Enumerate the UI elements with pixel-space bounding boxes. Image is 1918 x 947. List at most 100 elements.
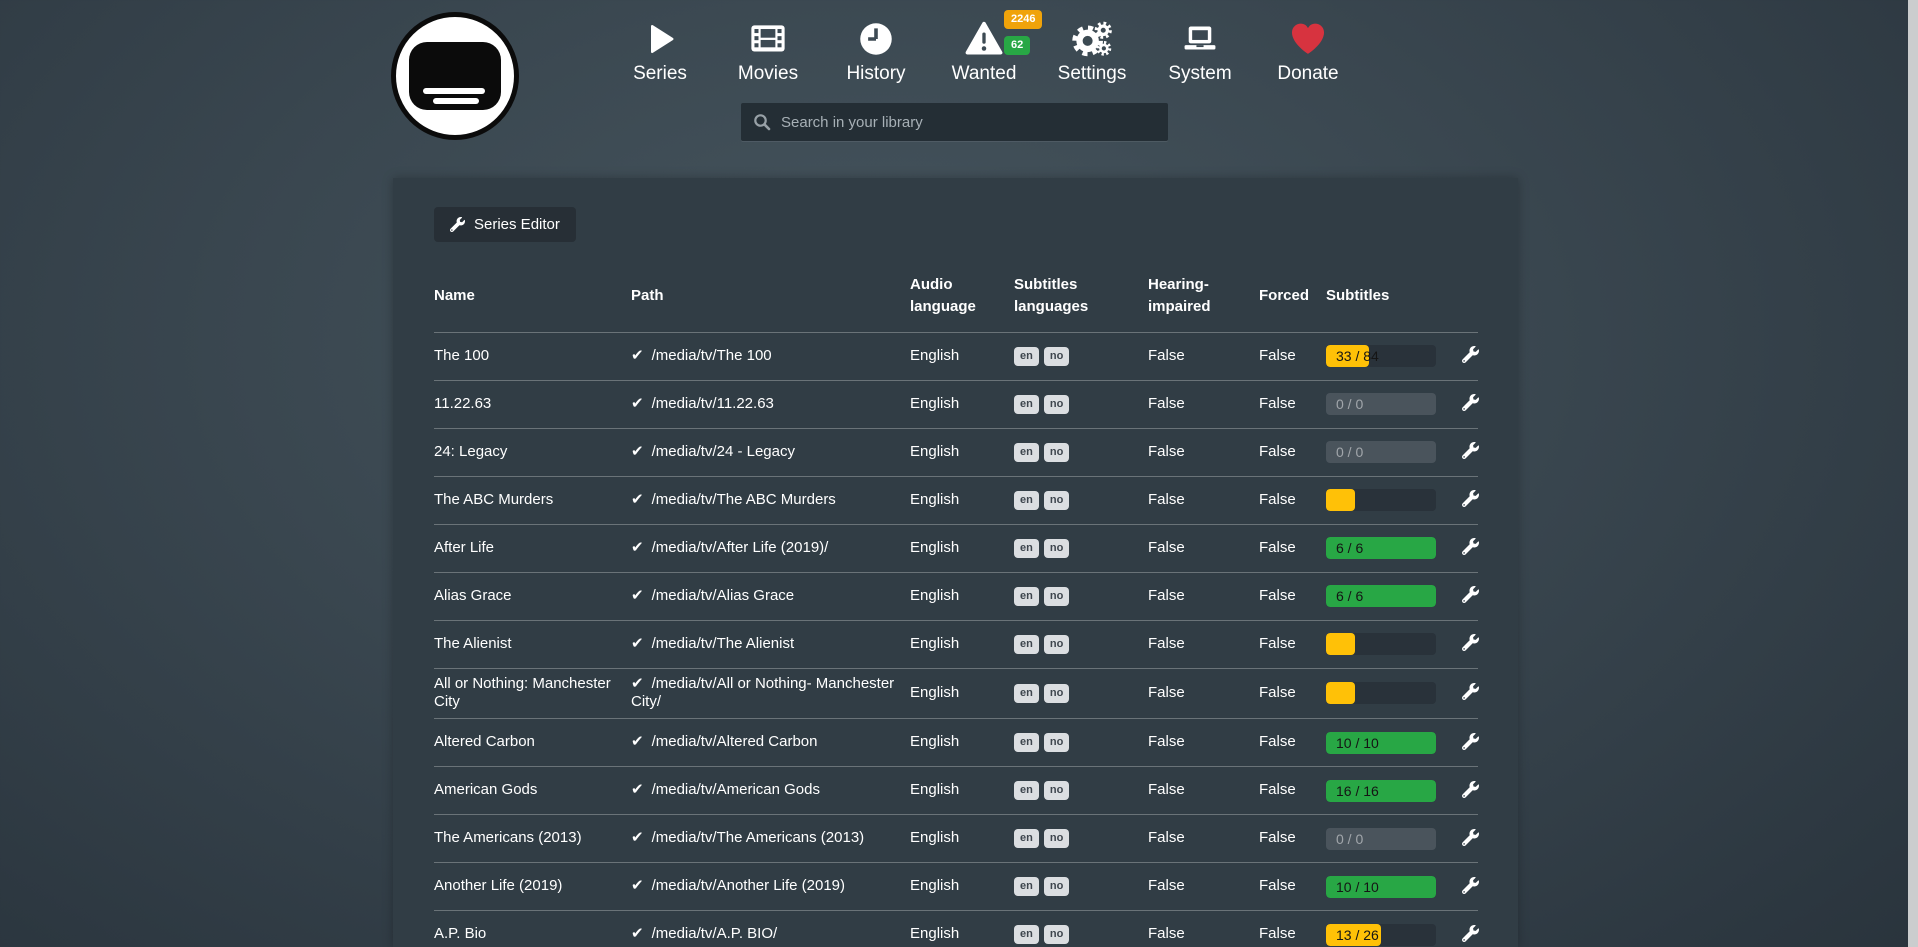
edit-series-button[interactable] <box>1460 392 1481 416</box>
check-icon: ✔ <box>631 491 644 508</box>
forced-value: False <box>1259 389 1326 420</box>
series-path-cell: ✔/media/tv/11.22.63 <box>631 389 910 420</box>
wrench-icon <box>1462 586 1479 603</box>
subtitles-progress-cell: 16 / 16 <box>1326 774 1460 808</box>
edit-series-button[interactable] <box>1460 344 1481 368</box>
edit-series-button[interactable] <box>1460 827 1481 851</box>
hearing-impaired-value: False <box>1148 678 1259 709</box>
series-name-link[interactable]: Altered Carbon <box>434 733 535 750</box>
audio-language-value: English <box>910 581 1014 612</box>
row-actions <box>1460 482 1481 518</box>
edit-series-button[interactable] <box>1460 440 1481 464</box>
header-forced: Forced <box>1259 285 1326 307</box>
series-path-cell: ✔/media/tv/American Gods <box>631 775 910 806</box>
subtitles-languages-cell: enno <box>1014 437 1148 468</box>
subtitles-progress-cell: 6 / 6 <box>1326 531 1460 565</box>
hearing-impaired-value: False <box>1148 485 1259 516</box>
series-name-cell: Alias Grace <box>434 581 631 612</box>
hearing-impaired-value: False <box>1148 919 1259 947</box>
series-name-link[interactable]: 11.22.63 <box>434 395 491 412</box>
language-badge: en <box>1014 443 1039 462</box>
series-name-link[interactable]: A.P. Bio <box>434 925 486 942</box>
nav-item-series[interactable]: Series <box>606 16 714 85</box>
row-actions <box>1460 338 1481 374</box>
nav-item-settings[interactable]: Settings <box>1038 16 1146 85</box>
check-icon: ✔ <box>631 347 644 364</box>
nav-item-system[interactable]: System <box>1146 16 1254 85</box>
series-name-link[interactable]: After Life <box>434 539 494 556</box>
row-actions <box>1460 578 1481 614</box>
film-icon <box>748 16 788 62</box>
hearing-impaired-value: False <box>1148 581 1259 612</box>
edit-series-button[interactable] <box>1460 779 1481 803</box>
wrench-icon <box>1462 394 1479 411</box>
subtitles-progress-label: 0 / 0 <box>1336 441 1363 463</box>
series-name-cell: Altered Carbon <box>434 727 631 758</box>
wrench-icon <box>1462 925 1479 942</box>
subtitles-progress-bar: 13 / 26 <box>1326 924 1436 946</box>
subtitles-progress-bar: 33 / 84 <box>1326 345 1436 367</box>
subtitles-progress-label: 16 / 16 <box>1336 780 1379 802</box>
series-name-link[interactable]: All or Nothing: Manchester City <box>434 675 611 711</box>
search-input[interactable] <box>781 114 1156 131</box>
subtitles-progress-cell: 10 / 10 <box>1326 726 1460 760</box>
wrench-icon <box>1462 442 1479 459</box>
wrench-icon <box>1462 490 1479 507</box>
subtitles-languages-cell: enno <box>1014 629 1148 660</box>
language-badge: en <box>1014 587 1039 606</box>
series-path: /media/tv/Alias Grace <box>652 587 795 604</box>
row-actions <box>1460 821 1481 857</box>
series-name-link[interactable]: The 100 <box>434 347 489 364</box>
check-icon: ✔ <box>631 877 644 894</box>
subtitles-progress-cell: 13 / 26 <box>1326 918 1460 947</box>
series-editor-button[interactable]: Series Editor <box>434 207 576 242</box>
series-path-cell: ✔/media/tv/Another Life (2019) <box>631 871 910 902</box>
logo-screen-shape <box>409 42 501 110</box>
series-name-link[interactable]: The Alienist <box>434 635 512 652</box>
nav-item-donate[interactable]: Donate <box>1254 16 1362 85</box>
edit-series-button[interactable] <box>1460 584 1481 608</box>
wrench-icon <box>1462 781 1479 798</box>
forced-value: False <box>1259 341 1326 372</box>
subtitles-languages-cell: enno <box>1014 341 1148 372</box>
series-name-cell: Another Life (2019) <box>434 871 631 902</box>
wrench-icon <box>1462 733 1479 750</box>
subtitles-progress-label: 0 / 0 <box>1336 393 1363 415</box>
wrench-icon <box>1462 634 1479 651</box>
edit-series-button[interactable] <box>1460 875 1481 899</box>
nav-item-history[interactable]: History <box>822 16 930 85</box>
header-audio-language: Audio language <box>910 274 1014 318</box>
series-name-link[interactable]: American Gods <box>434 781 537 798</box>
series-name-link[interactable]: 24: Legacy <box>434 443 507 460</box>
table-row: The ABC Murders ✔/media/tv/The ABC Murde… <box>434 476 1478 524</box>
edit-series-button[interactable] <box>1460 923 1481 947</box>
series-name-link[interactable]: The ABC Murders <box>434 491 553 508</box>
series-name-link[interactable]: The Americans (2013) <box>434 829 582 846</box>
language-badge: en <box>1014 491 1039 510</box>
edit-series-button[interactable] <box>1460 632 1481 656</box>
series-name-link[interactable]: Another Life (2019) <box>434 877 562 894</box>
edit-series-button[interactable] <box>1460 731 1481 755</box>
nav-label: Donate <box>1277 63 1338 85</box>
nav-item-movies[interactable]: Movies <box>714 16 822 85</box>
audio-language-value: English <box>910 485 1014 516</box>
series-path: /media/tv/The 100 <box>652 347 772 364</box>
language-badge: en <box>1014 395 1039 414</box>
page-scrollbar[interactable] <box>1908 0 1918 947</box>
edit-series-button[interactable] <box>1460 681 1481 705</box>
series-name-cell: American Gods <box>434 775 631 806</box>
laptop-icon <box>1179 16 1221 62</box>
row-actions <box>1460 386 1481 422</box>
header-path: Path <box>631 285 910 307</box>
series-name-cell: The 100 <box>434 341 631 372</box>
edit-series-button[interactable] <box>1460 488 1481 512</box>
series-name-cell: The ABC Murders <box>434 485 631 516</box>
table-row: All or Nothing: Manchester City ✔/media/… <box>434 668 1478 719</box>
forced-value: False <box>1259 437 1326 468</box>
app-logo[interactable] <box>391 12 519 140</box>
nav-item-wanted[interactable]: Wanted 2246 62 <box>930 16 1038 85</box>
edit-series-button[interactable] <box>1460 536 1481 560</box>
series-path: /media/tv/24 - Legacy <box>652 443 795 460</box>
series-name-link[interactable]: Alias Grace <box>434 587 512 604</box>
subtitles-languages-cell: enno <box>1014 485 1148 516</box>
